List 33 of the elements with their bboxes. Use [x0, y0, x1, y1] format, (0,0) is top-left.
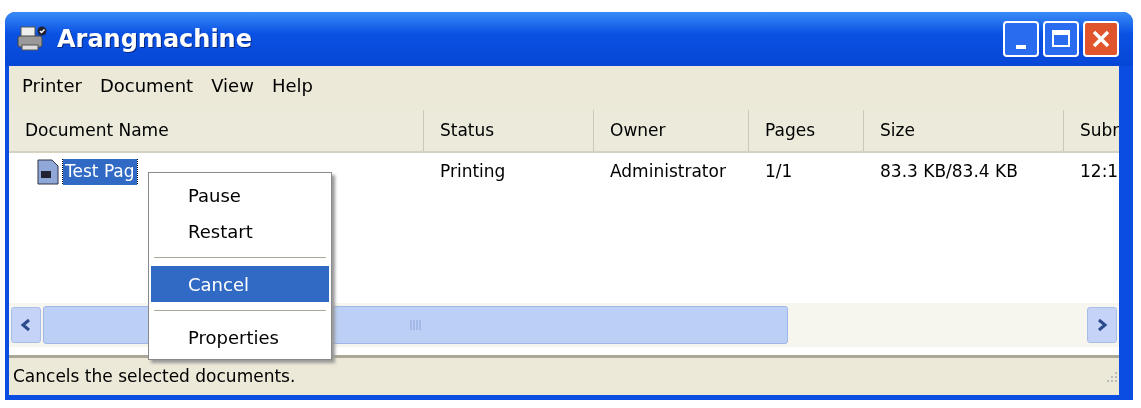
- scroll-right-button[interactable]: [1087, 307, 1117, 343]
- table-cell-text: Printing: [439, 160, 507, 184]
- maximize-icon: [1050, 28, 1072, 50]
- context-menu-item[interactable]: Cancel: [151, 266, 329, 302]
- table-cell-text: 1/1: [764, 160, 794, 184]
- column-header[interactable]: Owner: [594, 110, 749, 151]
- column-header[interactable]: Document Name: [9, 110, 424, 151]
- document-icon: [37, 159, 59, 185]
- resize-grip-icon: [1105, 369, 1119, 384]
- table-cell-text: 83.3 KB/83.4 KB: [879, 160, 1019, 184]
- window-title: Arangmachine: [57, 24, 253, 55]
- document-name[interactable]: Test Pag: [63, 159, 137, 185]
- menu-item[interactable]: View: [202, 71, 263, 99]
- context-menu-item[interactable]: Pause: [151, 177, 329, 213]
- status-text: Cancels the selected documents.: [13, 364, 296, 388]
- maximize-button[interactable]: [1043, 21, 1079, 57]
- minimize-icon: [1016, 45, 1026, 49]
- printer-icon: [17, 25, 47, 53]
- menu-item[interactable]: Printer: [13, 71, 91, 99]
- menu-item[interactable]: Document: [90, 71, 203, 99]
- column-header[interactable]: Size: [864, 110, 1064, 151]
- scroll-left-button[interactable]: [11, 307, 41, 343]
- table-cell-text: 12:1: [1079, 160, 1119, 184]
- minimize-button[interactable]: [1003, 21, 1039, 57]
- menu-item[interactable]: Help: [262, 71, 322, 99]
- table-cell-text: Administrator: [609, 160, 727, 184]
- context-menu-item[interactable]: Restart: [151, 213, 329, 249]
- context-menu-item[interactable]: Properties: [151, 319, 329, 355]
- column-header[interactable]: Status: [424, 110, 594, 151]
- close-icon: [1090, 28, 1112, 50]
- close-button[interactable]: [1083, 21, 1119, 57]
- column-header[interactable]: Pages: [749, 110, 864, 151]
- column-header[interactable]: Subr: [1064, 110, 1119, 151]
